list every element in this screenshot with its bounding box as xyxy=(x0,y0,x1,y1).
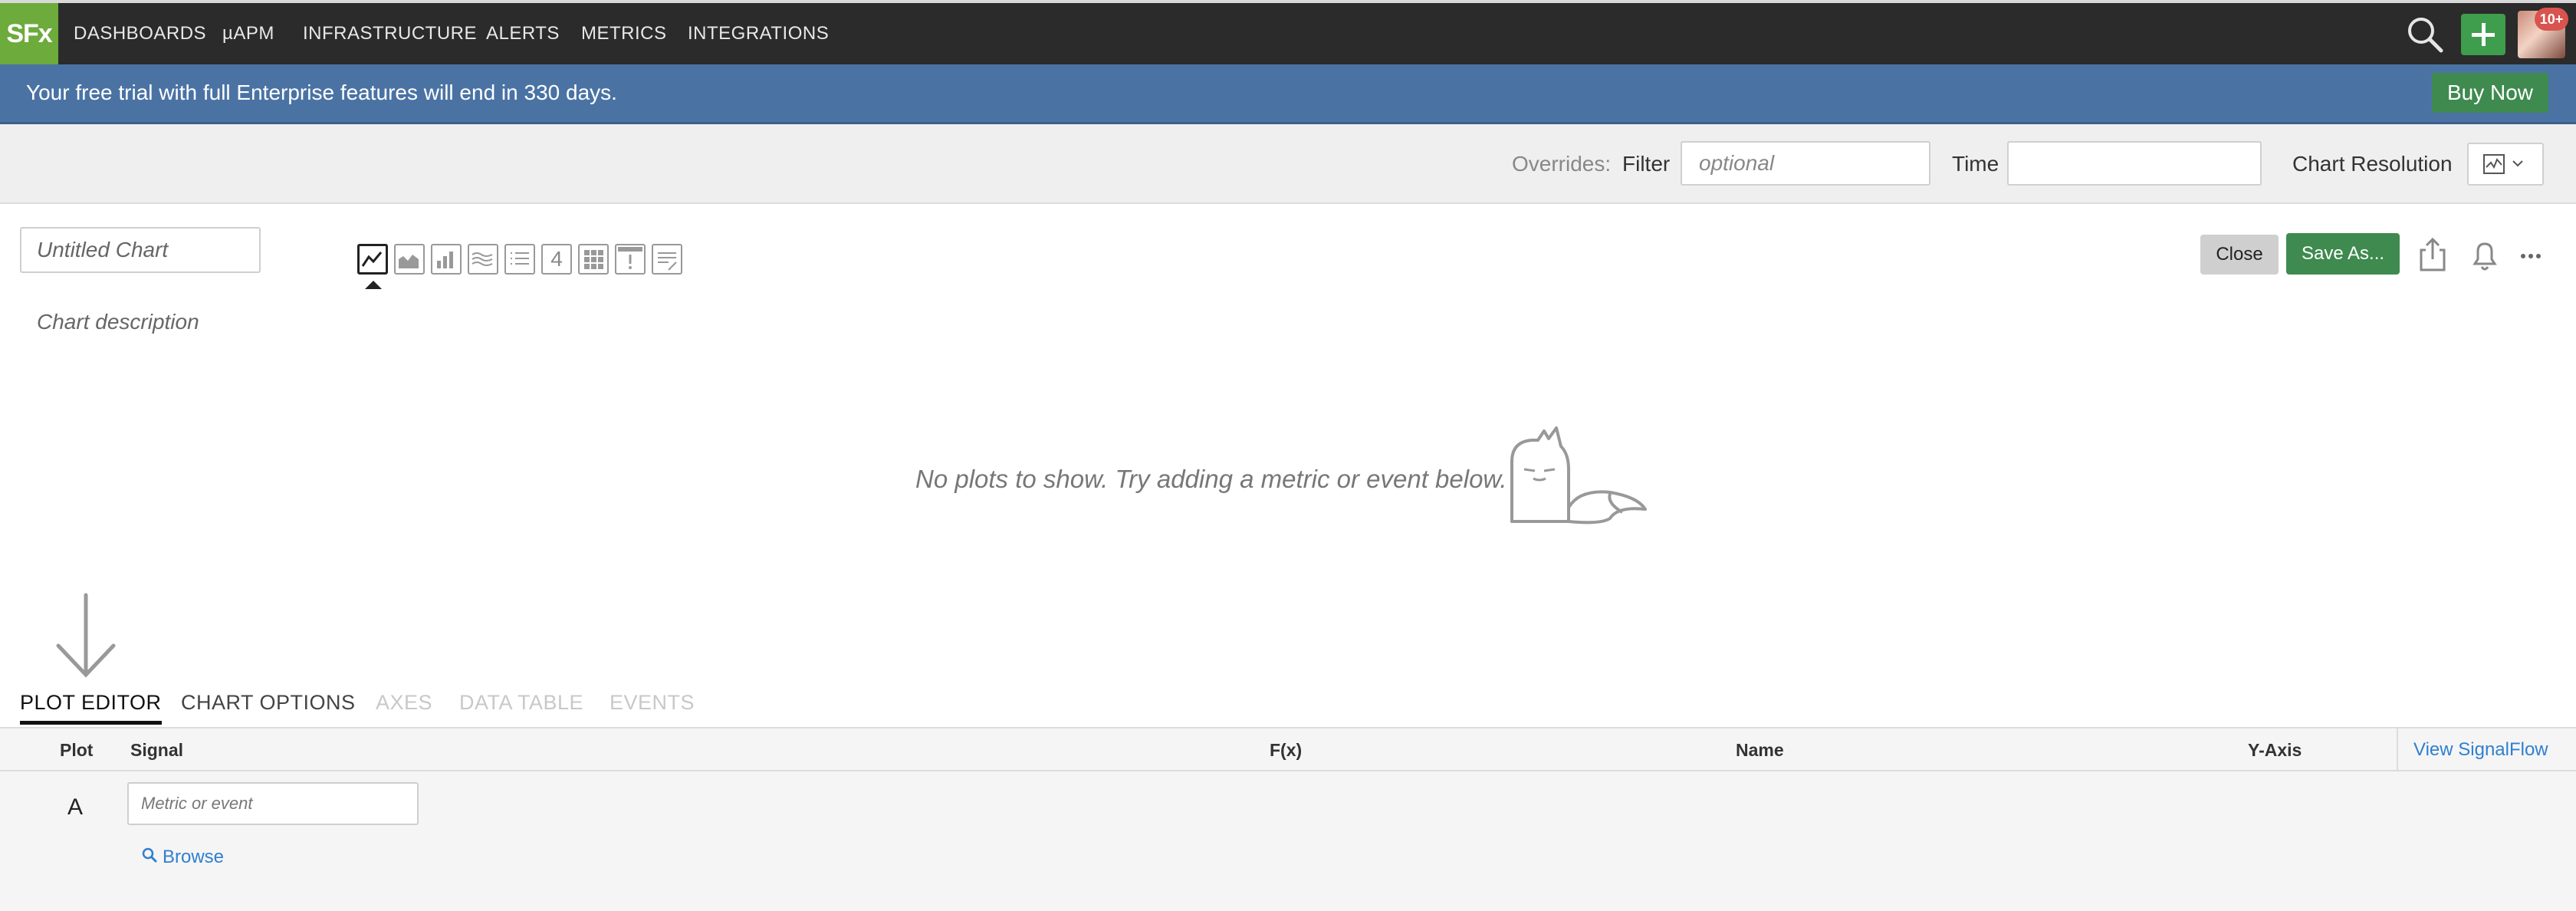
selected-type-caret-icon xyxy=(365,281,382,289)
signalfx-logo[interactable]: SFx xyxy=(0,3,58,64)
create-plus-icon[interactable] xyxy=(2461,14,2505,55)
tab-axes[interactable]: AXES xyxy=(376,687,432,718)
filter-label: Filter xyxy=(1622,152,1671,176)
chart-title-input[interactable] xyxy=(20,227,261,273)
browse-label: Browse xyxy=(163,847,225,867)
nav-dashboards[interactable]: DASHBOARDS xyxy=(74,3,206,64)
plot-letter[interactable]: A xyxy=(67,794,83,821)
resolution-chart-icon xyxy=(2483,154,2523,174)
overrides-bar: Overrides: Filter Time Chart Resolution xyxy=(0,124,2576,204)
column-chart-icon[interactable] xyxy=(431,244,462,275)
nav-infrastructure[interactable]: INFRASTRUCTURE xyxy=(303,3,477,64)
heatmap-icon[interactable] xyxy=(578,244,609,275)
chart-resolution-label: Chart Resolution xyxy=(2292,152,2453,176)
tab-plot-editor[interactable]: PLOT EDITOR xyxy=(20,687,162,725)
single-value-icon[interactable]: 4 xyxy=(541,244,572,275)
search-icon xyxy=(141,847,158,869)
empty-state-message: No plots to show. Try adding a metric or… xyxy=(915,465,1507,493)
tab-data-table[interactable]: DATA TABLE xyxy=(459,687,583,718)
buy-now-button[interactable]: Buy Now xyxy=(2432,73,2548,113)
plot-editor-header: Plot Signal F(x) Name Y-Axis View Signal… xyxy=(0,728,2576,771)
chevron-down-icon xyxy=(2512,160,2523,167)
view-signalflow-link[interactable]: View SignalFlow xyxy=(2413,728,2548,771)
tab-events[interactable]: EVENTS xyxy=(610,687,695,718)
filter-input[interactable] xyxy=(1681,141,1930,186)
overrides-label: Overrides: xyxy=(1512,152,1612,176)
nav-apm[interactable]: µAPM xyxy=(222,3,274,64)
column-divider xyxy=(2397,728,2398,771)
close-button[interactable]: Close xyxy=(2200,235,2279,275)
bell-icon[interactable] xyxy=(2467,235,2502,276)
nav-alerts[interactable]: ALERTS xyxy=(486,3,560,64)
time-label: Time xyxy=(1952,152,1999,176)
time-input[interactable] xyxy=(2007,141,2262,186)
top-nav: SFx DASHBOARDS µAPM INFRASTRUCTURE ALERT… xyxy=(0,0,2576,64)
histogram-icon[interactable] xyxy=(468,244,498,275)
area-chart-icon[interactable] xyxy=(394,244,425,275)
event-feed-icon[interactable] xyxy=(615,244,646,275)
arrow-down-icon xyxy=(54,592,118,679)
tab-chart-options[interactable]: CHART OPTIONS xyxy=(181,687,356,718)
col-name: Name xyxy=(1736,740,1784,760)
trial-message: Your free trial with full Enterprise fea… xyxy=(26,81,617,104)
more-options-icon[interactable] xyxy=(2513,235,2548,276)
trial-banner: Your free trial with full Enterprise fea… xyxy=(0,64,2576,124)
col-fx: F(x) xyxy=(1270,740,1303,760)
save-as-button[interactable]: Save As... xyxy=(2286,233,2400,275)
text-note-icon[interactable] xyxy=(652,244,682,275)
metric-or-event-input[interactable] xyxy=(127,782,419,825)
chart-description[interactable]: Chart description xyxy=(37,310,199,334)
search-icon[interactable] xyxy=(2404,14,2447,54)
chart-resolution-dropdown[interactable] xyxy=(2467,143,2544,186)
list-icon[interactable] xyxy=(504,244,535,275)
notification-badge: 10+ xyxy=(2535,8,2568,31)
line-chart-icon[interactable] xyxy=(357,244,388,275)
nav-metrics[interactable]: METRICS xyxy=(581,3,667,64)
browse-link[interactable]: Browse xyxy=(141,847,224,869)
col-plot: Plot xyxy=(60,740,94,760)
col-yaxis: Y-Axis xyxy=(2248,740,2302,760)
mascot-illustration-icon xyxy=(1495,423,1653,528)
share-icon[interactable] xyxy=(2415,235,2450,276)
col-signal: Signal xyxy=(130,740,184,760)
nav-integrations[interactable]: INTEGRATIONS xyxy=(688,3,829,64)
